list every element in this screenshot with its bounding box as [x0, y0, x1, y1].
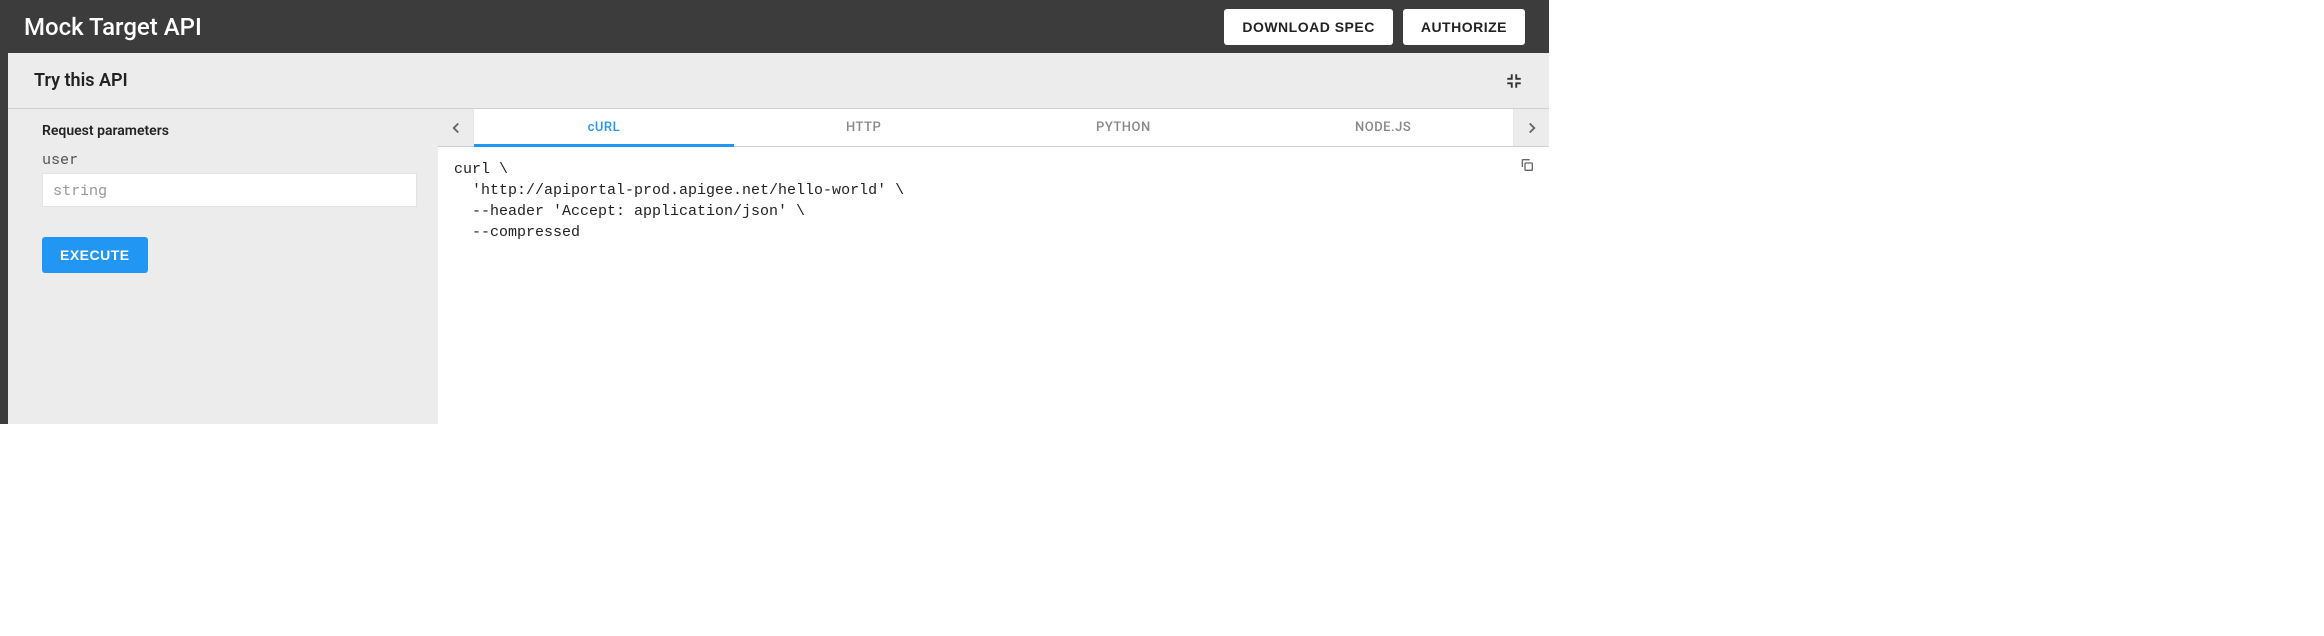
tab-http[interactable]: HTTP	[734, 109, 994, 146]
tab-nodejs[interactable]: NODE.JS	[1253, 109, 1513, 146]
panel-body: Request parameters user EXECUTE cURL HTT…	[8, 109, 1549, 424]
tab-python[interactable]: PYTHON	[994, 109, 1254, 146]
code-tabs: cURL HTTP PYTHON NODE.JS	[474, 109, 1513, 146]
tabs-scroll-right-button[interactable]	[1513, 109, 1549, 146]
request-parameters-section: Request parameters user EXECUTE	[8, 109, 438, 424]
param-name: user	[42, 149, 418, 169]
outer-wrapper: Try this API Request parameters user EXE…	[0, 53, 1549, 424]
try-api-panel: Try this API Request parameters user EXE…	[8, 53, 1549, 424]
code-tab-row: cURL HTTP PYTHON NODE.JS	[438, 109, 1549, 147]
panel-header: Try this API	[8, 53, 1549, 109]
tabs-scroll-left-button[interactable]	[438, 109, 474, 146]
execute-button[interactable]: EXECUTE	[42, 237, 148, 273]
code-text: curl \ 'http://apiportal-prod.apigee.net…	[454, 161, 904, 241]
copy-icon[interactable]	[1519, 157, 1535, 173]
top-bar: Mock Target API DOWNLOAD SPEC AUTHORIZE	[0, 0, 1549, 53]
code-sample: curl \ 'http://apiportal-prod.apigee.net…	[438, 147, 1549, 424]
code-sample-section: cURL HTTP PYTHON NODE.JS curl \ 'http://…	[438, 109, 1549, 424]
collapse-icon[interactable]	[1505, 72, 1523, 90]
request-section-label: Request parameters	[42, 123, 418, 139]
authorize-button[interactable]: AUTHORIZE	[1403, 9, 1525, 45]
panel-title: Try this API	[34, 70, 1505, 91]
page-title: Mock Target API	[24, 13, 1214, 41]
param-user-input[interactable]	[42, 173, 417, 207]
tab-curl[interactable]: cURL	[474, 109, 734, 146]
download-spec-button[interactable]: DOWNLOAD SPEC	[1224, 9, 1393, 45]
